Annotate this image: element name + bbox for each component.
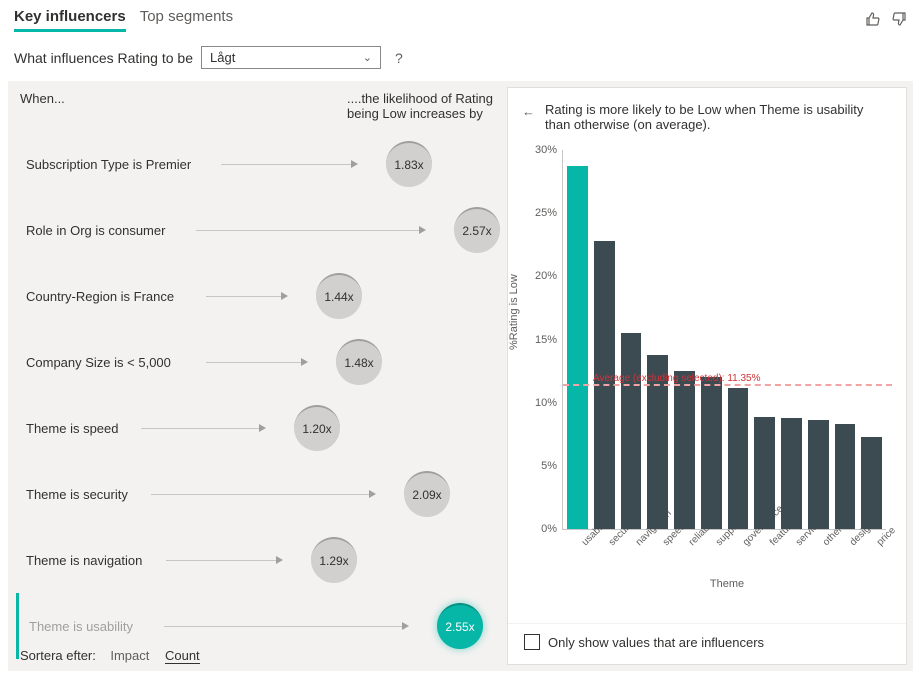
when-header: When... bbox=[20, 91, 65, 121]
factor-bubble[interactable]: 1.20x bbox=[294, 405, 340, 451]
chart-bar[interactable]: reliability bbox=[674, 371, 695, 529]
thumbs-up-icon[interactable] bbox=[865, 11, 881, 30]
factor-connector bbox=[196, 230, 419, 231]
only-influencers-label: Only show values that are influencers bbox=[548, 635, 764, 650]
sort-count[interactable]: Count bbox=[165, 648, 200, 664]
factor-bubble[interactable]: 1.29x bbox=[311, 537, 357, 583]
help-icon[interactable]: ? bbox=[395, 50, 403, 66]
bar-chart: usabilitysecuritynavigationspeedreliabil… bbox=[562, 150, 886, 530]
factor-label: Theme is usability bbox=[29, 619, 133, 634]
chart-bar[interactable]: usability bbox=[567, 166, 588, 529]
chart-bar[interactable]: other bbox=[808, 420, 829, 529]
factor-row[interactable]: Country-Region is France 1.44x bbox=[16, 263, 505, 329]
value-select[interactable]: Lågt ⌄ bbox=[201, 46, 381, 69]
factor-connector bbox=[206, 362, 301, 363]
back-arrow-icon[interactable]: ← bbox=[522, 104, 535, 132]
factor-bubble[interactable]: 2.57x bbox=[454, 207, 500, 253]
factor-label: Role in Org is consumer bbox=[26, 223, 165, 238]
factor-label: Country-Region is France bbox=[26, 289, 174, 304]
sort-impact[interactable]: Impact bbox=[110, 648, 149, 663]
factor-row[interactable]: Theme is navigation 1.29x bbox=[16, 527, 505, 593]
factor-label: Subscription Type is Premier bbox=[26, 157, 191, 172]
factor-connector bbox=[206, 296, 281, 297]
average-line bbox=[563, 384, 892, 386]
only-influencers-checkbox[interactable] bbox=[524, 634, 540, 650]
factor-label: Theme is navigation bbox=[26, 553, 142, 568]
factor-connector bbox=[151, 494, 369, 495]
factor-connector bbox=[221, 164, 351, 165]
chart-bar[interactable]: design bbox=[835, 424, 856, 529]
x-axis-label: Theme bbox=[562, 578, 892, 590]
factor-connector bbox=[141, 428, 259, 429]
y-axis-label: %Rating is Low bbox=[508, 274, 520, 350]
arrow-icon bbox=[276, 556, 283, 564]
factor-label: Theme is security bbox=[26, 487, 128, 502]
factor-label: Theme is speed bbox=[26, 421, 119, 436]
factor-row[interactable]: Theme is security 2.09x bbox=[16, 461, 505, 527]
value-select-text: Lågt bbox=[210, 50, 235, 65]
bar-category-label: price bbox=[874, 525, 897, 548]
y-tick: 10% bbox=[529, 397, 557, 409]
question-prefix: What influences Rating to be bbox=[14, 50, 193, 66]
chevron-down-icon: ⌄ bbox=[363, 51, 372, 64]
thumbs-down-icon[interactable] bbox=[891, 11, 907, 30]
arrow-icon bbox=[259, 424, 266, 432]
factor-row[interactable]: Role in Org is consumer 2.57x bbox=[16, 197, 505, 263]
likelihood-header: ....the likelihood of Rating being Low i… bbox=[347, 91, 497, 121]
factor-row[interactable]: Company Size is < 5,000 1.48x bbox=[16, 329, 505, 395]
factor-bubble[interactable]: 2.09x bbox=[404, 471, 450, 517]
average-label: Average (excluding selected): 11.35% bbox=[593, 373, 761, 384]
tab-key-influencers[interactable]: Key influencers bbox=[14, 8, 126, 32]
arrow-icon bbox=[369, 490, 376, 498]
tab-top-segments[interactable]: Top segments bbox=[140, 8, 233, 32]
y-tick: 0% bbox=[529, 523, 557, 535]
sort-label: Sortera efter: bbox=[20, 648, 96, 663]
factor-bubble[interactable]: 2.55x bbox=[437, 603, 483, 649]
factor-label: Company Size is < 5,000 bbox=[26, 355, 171, 370]
y-tick: 20% bbox=[529, 270, 557, 282]
chart-bar[interactable]: navigation bbox=[621, 333, 642, 529]
y-tick: 5% bbox=[529, 460, 557, 472]
arrow-icon bbox=[281, 292, 288, 300]
factor-bubble[interactable]: 1.83x bbox=[386, 141, 432, 187]
factor-bubble[interactable]: 1.44x bbox=[316, 273, 362, 319]
arrow-icon bbox=[301, 358, 308, 366]
chart-bar[interactable]: governance bbox=[728, 388, 749, 529]
y-tick: 15% bbox=[529, 334, 557, 346]
y-tick: 30% bbox=[529, 144, 557, 156]
factor-connector bbox=[164, 626, 402, 627]
y-tick: 25% bbox=[529, 207, 557, 219]
chart-bar[interactable]: support bbox=[701, 377, 722, 529]
factor-bubble[interactable]: 1.48x bbox=[336, 339, 382, 385]
chart-title: Rating is more likely to be Low when The… bbox=[545, 102, 886, 132]
arrow-icon bbox=[402, 622, 409, 630]
chart-bar[interactable]: price bbox=[861, 437, 882, 529]
chart-bar[interactable]: services bbox=[781, 418, 802, 529]
factor-row[interactable]: Theme is speed 1.20x bbox=[16, 395, 505, 461]
factor-row[interactable]: Subscription Type is Premier 1.83x bbox=[16, 131, 505, 197]
arrow-icon bbox=[419, 226, 426, 234]
arrow-icon bbox=[351, 160, 358, 168]
chart-bar[interactable]: features bbox=[754, 417, 775, 529]
factor-connector bbox=[166, 560, 276, 561]
